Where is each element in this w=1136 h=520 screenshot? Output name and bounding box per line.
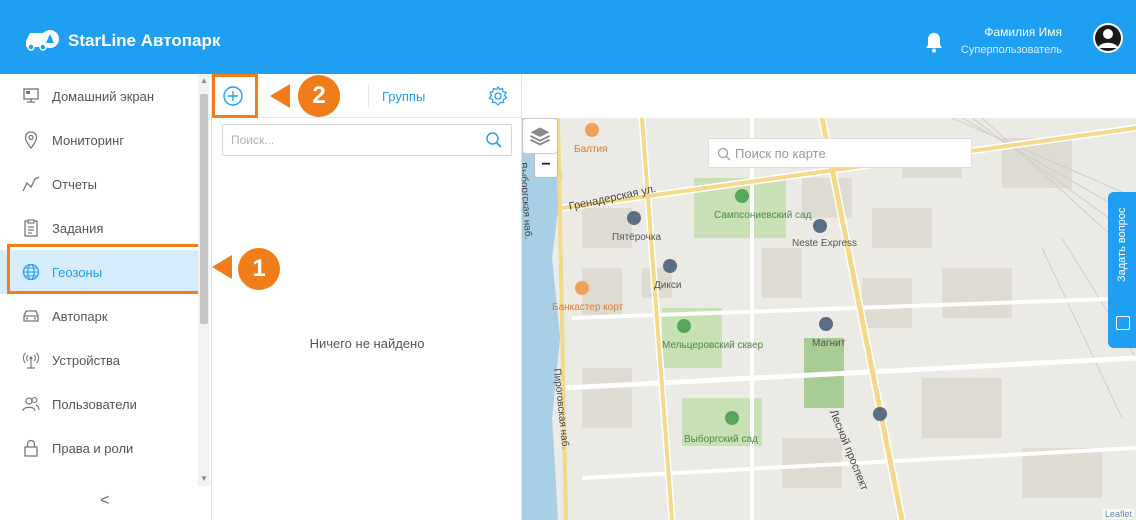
- scroll-down-icon[interactable]: ▼: [200, 474, 208, 483]
- map-label-poi-3: Neste Express: [792, 238, 858, 249]
- car-icon: [23, 310, 39, 322]
- app-brand: StarLine Автопарк: [68, 31, 221, 50]
- sidebar-item-label: Задания: [52, 220, 104, 236]
- map-view[interactable]: Гренадерская ул. Выборгская наб. Пирогов…: [522, 118, 1136, 520]
- map-label-poi-6: Балтия: [574, 144, 608, 155]
- user-name[interactable]: Фамилия Имя: [984, 25, 1062, 39]
- sidebar-item-roles[interactable]: Права и роли: [0, 426, 198, 470]
- sidebar-item-users[interactable]: Пользователи: [0, 382, 198, 426]
- geozone-search: [222, 124, 512, 156]
- map-search: [708, 138, 972, 168]
- search-icon[interactable]: [485, 131, 503, 149]
- ask-question-button[interactable]: Задать вопрос: [1108, 192, 1136, 348]
- clipboard-icon: [24, 219, 38, 237]
- sidebar-item-label: Права и роли: [52, 440, 134, 456]
- expand-icon: [1116, 316, 1130, 330]
- sidebar-item-monitoring[interactable]: Мониторинг: [0, 118, 198, 162]
- geozone-search-input[interactable]: [223, 125, 483, 155]
- sidebar-item-label: Пользователи: [52, 396, 137, 412]
- map-label-poi-2: Дикси: [654, 280, 682, 291]
- map-label-park-3: Выборгский сад: [684, 434, 758, 445]
- map-label-park-2: Мельцеровский сквер: [662, 340, 764, 351]
- sidebar-item-reports[interactable]: Отчеты: [0, 162, 198, 206]
- callout-2-arrow-icon: [270, 84, 290, 108]
- user-role: Суперпользователь: [960, 44, 1062, 56]
- lock-icon: [24, 439, 38, 457]
- logo-icon: [26, 30, 59, 51]
- map-search-input[interactable]: [735, 139, 965, 167]
- geozones-highlight-frame: [7, 244, 201, 294]
- map-label-poi-1: Пятёрочка: [612, 232, 662, 243]
- antenna-icon: [22, 352, 40, 369]
- map-canvas: [522, 118, 1136, 520]
- map-label-park-1: Сампсониевский сад: [714, 210, 812, 221]
- map-label-poi-5: Банкастер корт: [552, 302, 624, 313]
- search-icon: [717, 147, 731, 161]
- user-avatar-icon[interactable]: [1092, 22, 1124, 54]
- collapse-sidebar-button[interactable]: <: [100, 492, 109, 510]
- panel-toolbar: Группы: [212, 74, 522, 118]
- users-icon: [22, 396, 40, 412]
- top-bar: StarLine Автопарк Фамилия Имя Суперпольз…: [0, 0, 1136, 74]
- sidebar-item-label: Отчеты: [52, 176, 97, 192]
- ask-question-label: Задать вопрос: [1116, 207, 1128, 282]
- layers-icon[interactable]: [522, 118, 558, 154]
- sidebar-item-fleet[interactable]: Автопарк: [0, 294, 198, 338]
- sidebar-item-label: Устройства: [52, 352, 121, 368]
- home-screen-icon: [23, 88, 39, 103]
- zoom-out-button[interactable]: −: [535, 153, 557, 177]
- tab-divider: [368, 84, 369, 108]
- map-label-poi-4: Магнит: [812, 338, 846, 349]
- callout-1-arrow-icon: [212, 255, 232, 279]
- geozones-panel: Группы Ничего не найдено: [212, 74, 522, 520]
- chart-line-icon: [22, 176, 40, 192]
- gear-icon[interactable]: [487, 85, 509, 107]
- callout-badge-1: 1: [238, 248, 280, 290]
- empty-state-text: Ничего не найдено: [309, 336, 425, 351]
- add-button-highlight-frame: [212, 74, 258, 118]
- sidebar-item-label: Домашний экран: [52, 88, 155, 104]
- scroll-up-icon[interactable]: ▲: [200, 76, 208, 85]
- sidebar-scroll-thumb[interactable]: [200, 94, 208, 324]
- sidebar-item-home[interactable]: Домашний экран: [0, 74, 198, 118]
- callout-badge-2: 2: [298, 75, 340, 117]
- sidebar-item-label: Мониторинг: [52, 132, 125, 148]
- notifications-bell-icon[interactable]: [924, 31, 944, 53]
- map-attribution[interactable]: Leaflet: [1102, 509, 1134, 519]
- location-pin-icon: [24, 131, 38, 149]
- sidebar-nav: Домашний экран Мониторинг Отчеты Задания…: [0, 74, 212, 520]
- sidebar-item-devices[interactable]: Устройства: [0, 338, 198, 382]
- app-window: StarLine Автопарк Фамилия Имя Суперпольз…: [0, 0, 1136, 520]
- sidebar-item-label: Автопарк: [52, 308, 108, 324]
- tab-groups[interactable]: Группы: [382, 89, 425, 104]
